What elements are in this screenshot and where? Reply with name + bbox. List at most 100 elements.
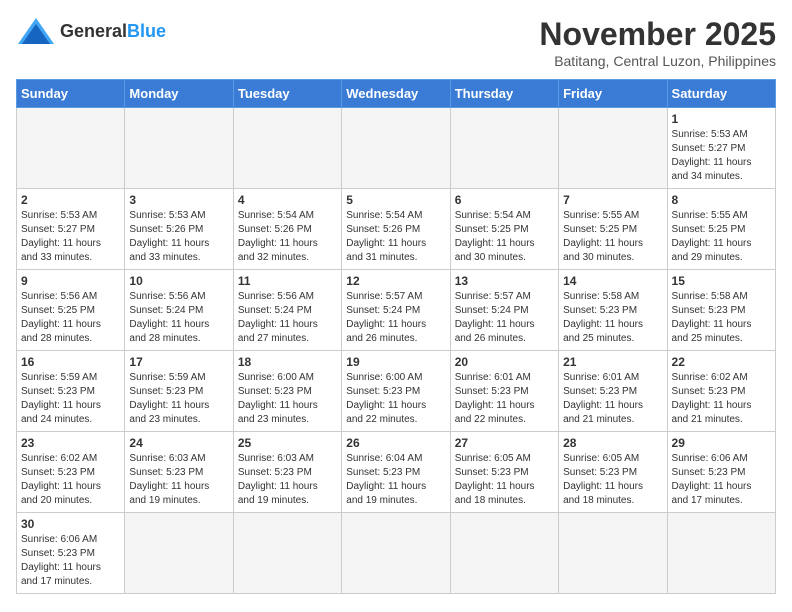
calendar-cell [559,108,667,189]
day-number: 23 [21,436,120,450]
calendar-cell: 27 Sunrise: 6:05 AM Sunset: 5:23 PM Dayli… [450,432,558,513]
day-info: Sunrise: 5:57 AM Sunset: 5:24 PM Dayligh… [455,290,554,346]
day-number: 22 [672,355,771,369]
day-number: 28 [563,436,662,450]
weekday-header-thursday: Thursday [450,80,558,108]
weekday-header-tuesday: Tuesday [233,80,341,108]
day-number: 1 [672,112,771,126]
calendar-cell: 16Sunrise: 5:59 AM Sunset: 5:23 PM Dayli… [17,351,125,432]
day-info: Sunrise: 5:55 AM Sunset: 5:25 PM Dayligh… [563,209,662,265]
day-number: 10 [129,274,228,288]
calendar-cell: 1 Sunrise: 5:53 AM Sunset: 5:27 PM Daylig… [667,108,775,189]
calendar-cell: 12Sunrise: 5:57 AM Sunset: 5:24 PM Dayli… [342,270,450,351]
calendar-cell [233,108,341,189]
calendar-cell [450,513,558,594]
calendar-cell [667,513,775,594]
calendar-cell: 10 Sunrise: 5:56 AM Sunset: 5:24 PM Dayli… [125,270,233,351]
day-info: Sunrise: 5:56 AM Sunset: 5:25 PM Dayligh… [21,290,120,346]
day-info: Sunrise: 6:06 AM Sunset: 5:23 PM Dayligh… [21,533,120,589]
day-number: 6 [455,193,554,207]
calendar-cell: 4 Sunrise: 5:54 AM Sunset: 5:26 PM Daylig… [233,189,341,270]
day-info: Sunrise: 6:02 AM Sunset: 5:23 PM Dayligh… [672,371,771,427]
day-info: Sunrise: 5:58 AM Sunset: 5:23 PM Dayligh… [563,290,662,346]
day-info: Sunrise: 5:59 AM Sunset: 5:23 PM Dayligh… [21,371,120,427]
calendar-cell: 25 Sunrise: 6:03 AM Sunset: 5:23 PM Dayli… [233,432,341,513]
calendar-week-row: 23Sunrise: 6:02 AM Sunset: 5:23 PM Dayli… [17,432,776,513]
calendar-cell: 3 Sunrise: 5:53 AM Sunset: 5:26 PM Daylig… [125,189,233,270]
calendar-cell [342,108,450,189]
day-info: Sunrise: 6:01 AM Sunset: 5:23 PM Dayligh… [455,371,554,427]
day-info: Sunrise: 6:01 AM Sunset: 5:23 PM Dayligh… [563,371,662,427]
day-number: 4 [238,193,337,207]
logo-area: GeneralBlue [16,16,166,46]
calendar-cell [17,108,125,189]
calendar-table: SundayMondayTuesdayWednesdayThursdayFrid… [16,79,776,594]
calendar-cell: 18Sunrise: 6:00 AM Sunset: 5:23 PM Dayli… [233,351,341,432]
weekday-header-sunday: Sunday [17,80,125,108]
day-number: 3 [129,193,228,207]
day-info: Sunrise: 5:55 AM Sunset: 5:25 PM Dayligh… [672,209,771,265]
calendar-week-row: 9 Sunrise: 5:56 AM Sunset: 5:25 PM Daylig… [17,270,776,351]
day-number: 11 [238,274,337,288]
weekday-header-saturday: Saturday [667,80,775,108]
calendar-cell: 21 Sunrise: 6:01 AM Sunset: 5:23 PM Dayli… [559,351,667,432]
title-area: November 2025 Batitang, Central Luzon, P… [539,16,776,69]
day-number: 5 [346,193,445,207]
day-number: 17 [129,355,228,369]
day-info: Sunrise: 6:05 AM Sunset: 5:23 PM Dayligh… [563,452,662,508]
day-number: 15 [672,274,771,288]
day-number: 19 [346,355,445,369]
calendar-cell: 26 Sunrise: 6:04 AM Sunset: 5:23 PM Dayli… [342,432,450,513]
day-info: Sunrise: 6:03 AM Sunset: 5:23 PM Dayligh… [238,452,337,508]
calendar-cell [450,108,558,189]
location-subtitle: Batitang, Central Luzon, Philippines [539,53,776,69]
day-number: 25 [238,436,337,450]
day-number: 8 [672,193,771,207]
calendar-cell: 2 Sunrise: 5:53 AM Sunset: 5:27 PM Daylig… [17,189,125,270]
day-number: 21 [563,355,662,369]
day-info: Sunrise: 6:04 AM Sunset: 5:23 PM Dayligh… [346,452,445,508]
day-info: Sunrise: 6:05 AM Sunset: 5:23 PM Dayligh… [455,452,554,508]
calendar-cell [342,513,450,594]
calendar-cell [233,513,341,594]
weekday-header-wednesday: Wednesday [342,80,450,108]
calendar-cell: 13Sunrise: 5:57 AM Sunset: 5:24 PM Dayli… [450,270,558,351]
logo-icon [16,16,56,46]
calendar-cell: 19Sunrise: 6:00 AM Sunset: 5:23 PM Dayli… [342,351,450,432]
day-info: Sunrise: 6:03 AM Sunset: 5:23 PM Dayligh… [129,452,228,508]
day-number: 20 [455,355,554,369]
calendar-cell [559,513,667,594]
weekday-header-friday: Friday [559,80,667,108]
day-info: Sunrise: 5:54 AM Sunset: 5:26 PM Dayligh… [346,209,445,265]
day-number: 27 [455,436,554,450]
calendar-cell: 7 Sunrise: 5:55 AM Sunset: 5:25 PM Daylig… [559,189,667,270]
day-info: Sunrise: 5:53 AM Sunset: 5:27 PM Dayligh… [672,128,771,184]
weekday-header-row: SundayMondayTuesdayWednesdayThursdayFrid… [17,80,776,108]
page-header: GeneralBlue November 2025 Batitang, Cent… [16,16,776,69]
day-number: 26 [346,436,445,450]
calendar-cell: 14 Sunrise: 5:58 AM Sunset: 5:23 PM Dayli… [559,270,667,351]
day-number: 2 [21,193,120,207]
calendar-cell: 6Sunrise: 5:54 AM Sunset: 5:25 PM Daylig… [450,189,558,270]
calendar-cell: 11 Sunrise: 5:56 AM Sunset: 5:24 PM Dayli… [233,270,341,351]
day-info: Sunrise: 5:54 AM Sunset: 5:26 PM Dayligh… [238,209,337,265]
day-number: 29 [672,436,771,450]
calendar-cell [125,108,233,189]
calendar-cell: 30Sunrise: 6:06 AM Sunset: 5:23 PM Dayli… [17,513,125,594]
day-info: Sunrise: 5:56 AM Sunset: 5:24 PM Dayligh… [238,290,337,346]
calendar-week-row: 2 Sunrise: 5:53 AM Sunset: 5:27 PM Daylig… [17,189,776,270]
weekday-header-monday: Monday [125,80,233,108]
day-info: Sunrise: 5:58 AM Sunset: 5:23 PM Dayligh… [672,290,771,346]
day-info: Sunrise: 6:00 AM Sunset: 5:23 PM Dayligh… [238,371,337,427]
day-info: Sunrise: 5:53 AM Sunset: 5:27 PM Dayligh… [21,209,120,265]
day-number: 7 [563,193,662,207]
day-number: 24 [129,436,228,450]
calendar-week-row: 16Sunrise: 5:59 AM Sunset: 5:23 PM Dayli… [17,351,776,432]
calendar-cell: 23Sunrise: 6:02 AM Sunset: 5:23 PM Dayli… [17,432,125,513]
day-number: 9 [21,274,120,288]
day-info: Sunrise: 5:53 AM Sunset: 5:26 PM Dayligh… [129,209,228,265]
day-number: 14 [563,274,662,288]
day-info: Sunrise: 5:59 AM Sunset: 5:23 PM Dayligh… [129,371,228,427]
day-info: Sunrise: 5:56 AM Sunset: 5:24 PM Dayligh… [129,290,228,346]
calendar-cell: 28 Sunrise: 6:05 AM Sunset: 5:23 PM Dayli… [559,432,667,513]
